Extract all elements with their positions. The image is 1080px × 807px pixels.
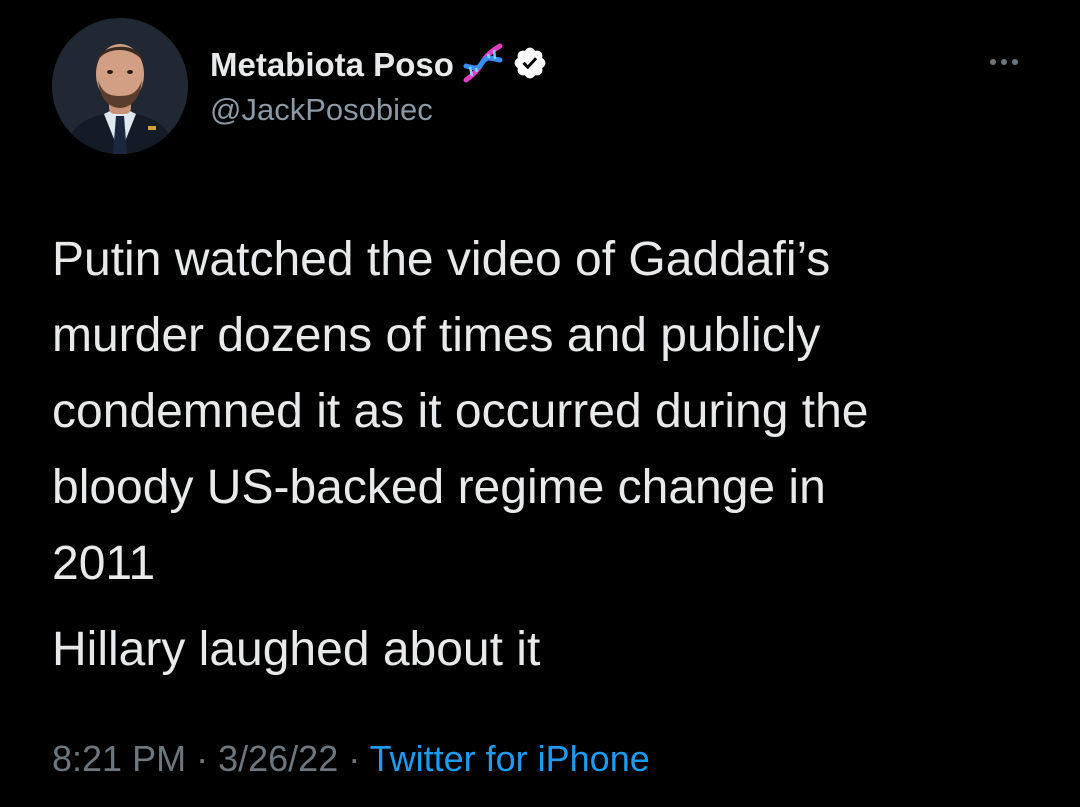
tweet: Metabiota Poso @JackPosobiec Putin watch…: [0, 0, 1080, 807]
avatar-image: [52, 18, 188, 154]
tweet-line: bloody US-backed regime change in: [52, 461, 826, 514]
author-handle[interactable]: @JackPosobiec: [210, 92, 433, 128]
meta-separator: ·: [196, 738, 209, 779]
meta-separator: ·: [348, 738, 361, 779]
avatar[interactable]: [52, 18, 188, 154]
author-name-row: Metabiota Poso: [210, 40, 548, 90]
more-horizontal-icon-dot: [1001, 59, 1007, 65]
tweet-meta: 8:21 PM · 3/26/22 · Twitter for iPhone: [52, 738, 650, 780]
tweet-line: Hillary laughed about it: [52, 623, 541, 676]
tweet-line: condemned it as it occurred during the: [52, 385, 869, 438]
tweet-line: Putin watched the video of Gaddafi’s: [52, 233, 831, 286]
tweet-paragraph-2: Hillary laughed about it: [52, 612, 1042, 688]
tweet-source-link[interactable]: Twitter for iPhone: [370, 738, 650, 779]
author-display-name[interactable]: Metabiota Poso: [210, 46, 454, 84]
tweet-line: 2011: [52, 537, 156, 590]
more-horizontal-icon: [990, 59, 996, 65]
verified-badge-icon: [512, 45, 548, 86]
tweet-time[interactable]: 8:21 PM: [52, 738, 186, 779]
tweet-paragraph-1: Putin watched the video of Gaddafi’s mur…: [52, 222, 1042, 602]
tweet-line: murder dozens of times and publicly: [52, 309, 821, 362]
more-horizontal-icon-dot: [1012, 59, 1018, 65]
tweet-text: Putin watched the video of Gaddafi’s mur…: [52, 222, 1042, 688]
tweet-date[interactable]: 3/26/22: [218, 738, 338, 779]
dna-icon: [460, 40, 506, 91]
more-options-button[interactable]: [982, 52, 1026, 72]
